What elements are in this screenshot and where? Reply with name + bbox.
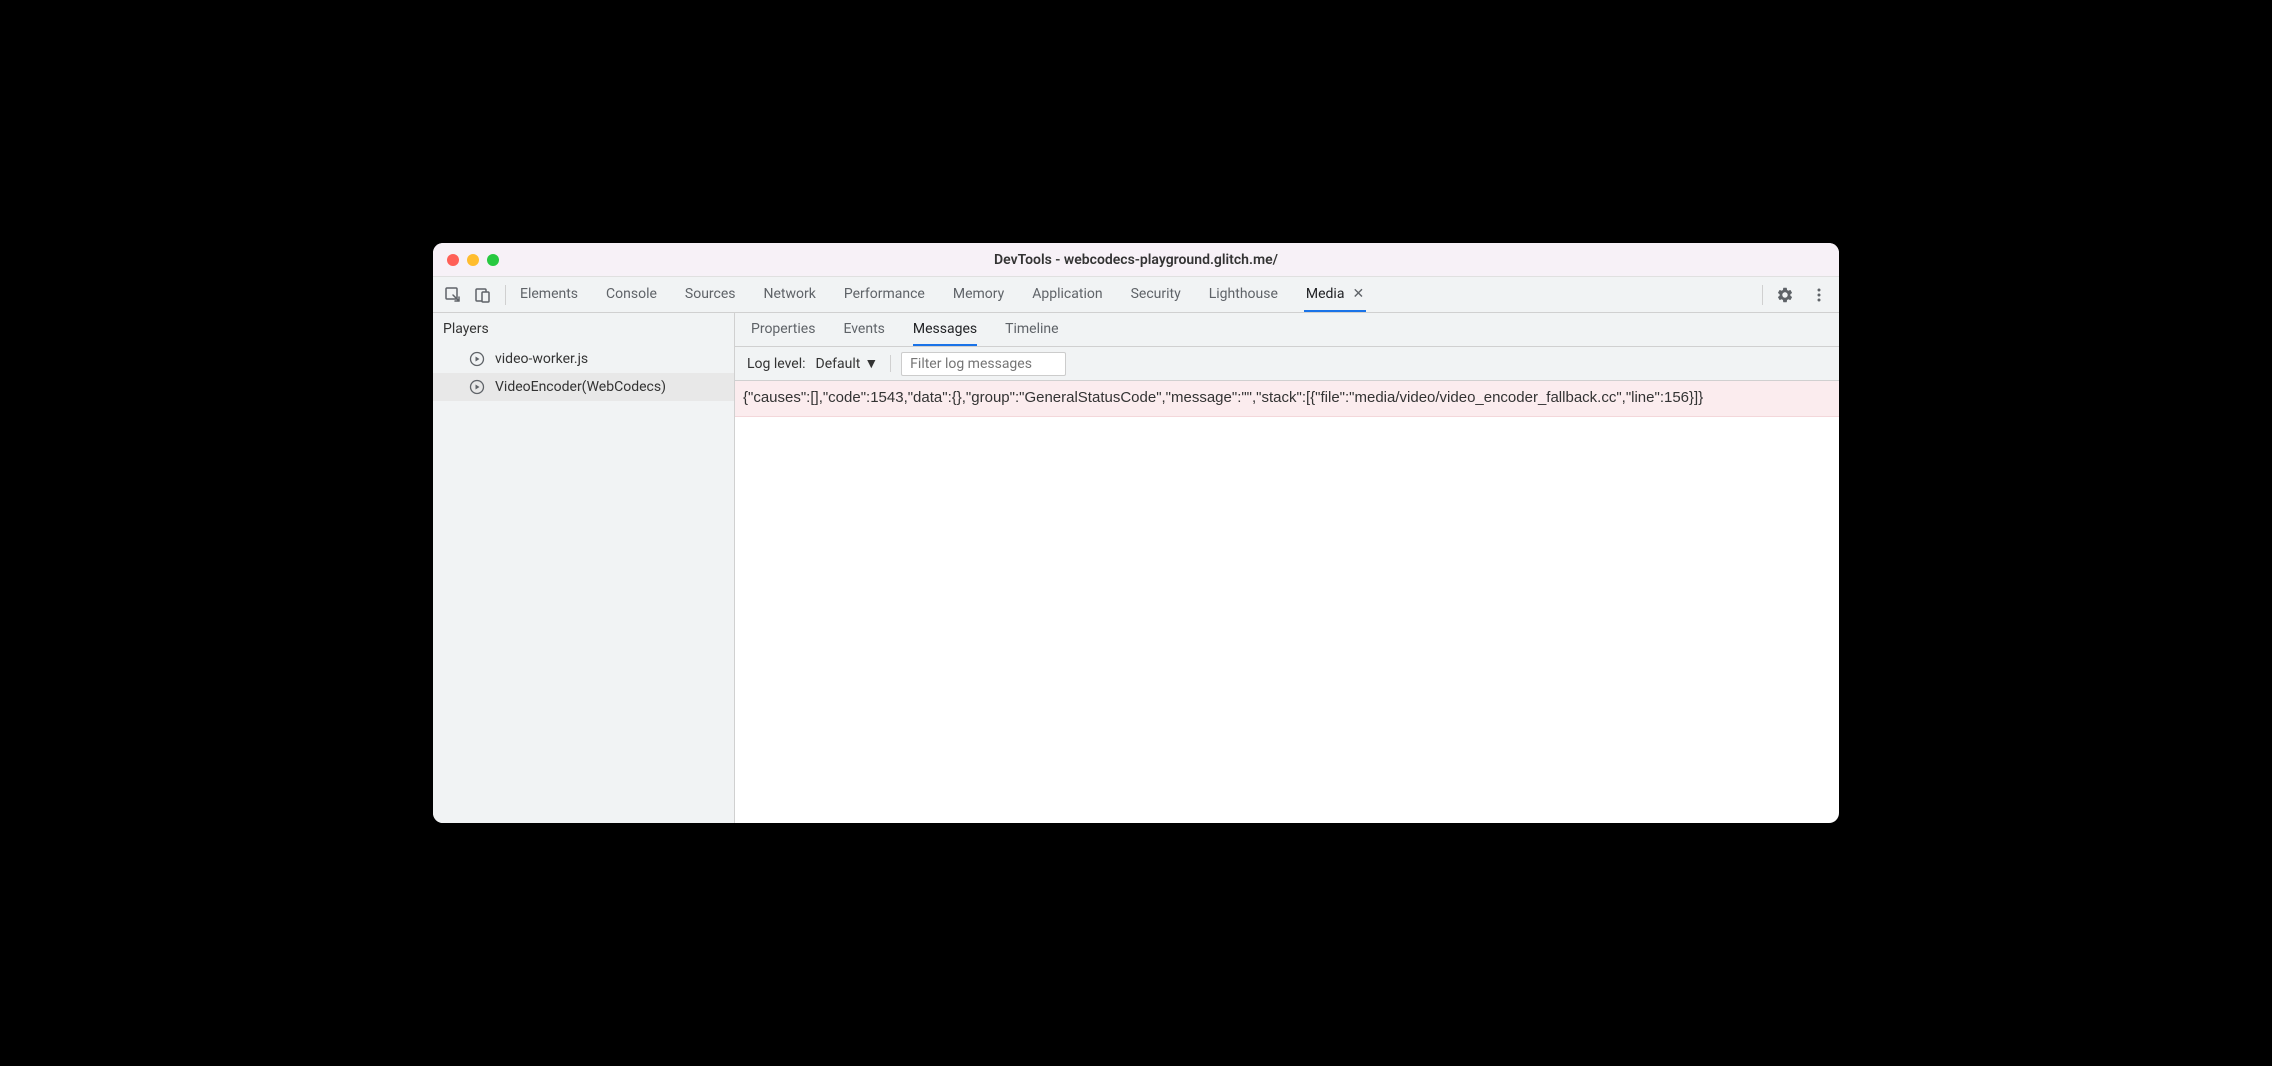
tab-elements[interactable]: Elements bbox=[518, 278, 580, 312]
subtab-messages[interactable]: Messages bbox=[913, 314, 977, 346]
player-label: video-worker.js bbox=[495, 351, 588, 367]
maximize-button[interactable] bbox=[487, 254, 499, 266]
tab-media[interactable]: Media ✕ bbox=[1304, 278, 1366, 312]
filter-bar: Log level: Default ▼ bbox=[735, 347, 1839, 381]
main-panel: Properties Events Messages Timeline Log … bbox=[735, 313, 1839, 823]
devtools-window: DevTools - webcodecs-playground.glitch.m… bbox=[433, 243, 1839, 823]
subtab-properties[interactable]: Properties bbox=[751, 314, 815, 346]
tab-sources[interactable]: Sources bbox=[683, 278, 738, 312]
close-button[interactable] bbox=[447, 254, 459, 266]
tab-application[interactable]: Application bbox=[1030, 278, 1104, 312]
tab-network[interactable]: Network bbox=[762, 278, 818, 312]
tab-memory[interactable]: Memory bbox=[951, 278, 1006, 312]
messages-list: {"causes":[],"code":1543,"data":{},"grou… bbox=[735, 381, 1839, 823]
minimize-button[interactable] bbox=[467, 254, 479, 266]
play-icon bbox=[469, 379, 485, 395]
filter-input[interactable] bbox=[901, 352, 1066, 376]
traffic-lights bbox=[447, 254, 499, 266]
tab-media-label: Media bbox=[1306, 286, 1345, 302]
tab-console[interactable]: Console bbox=[604, 278, 659, 312]
main-toolbar: Elements Console Sources Network Perform… bbox=[433, 277, 1839, 313]
toolbar-right bbox=[1762, 285, 1829, 305]
tab-performance[interactable]: Performance bbox=[842, 278, 927, 312]
players-sidebar: Players video-worker.js VideoEn bbox=[433, 313, 735, 823]
log-level-value: Default bbox=[816, 356, 861, 372]
titlebar: DevTools - webcodecs-playground.glitch.m… bbox=[433, 243, 1839, 277]
message-row[interactable]: {"causes":[],"code":1543,"data":{},"grou… bbox=[735, 381, 1839, 417]
chevron-down-icon: ▼ bbox=[864, 355, 878, 372]
log-level-label: Log level: bbox=[747, 356, 806, 372]
inspect-icon[interactable] bbox=[443, 285, 463, 305]
player-label: VideoEncoder(WebCodecs) bbox=[495, 379, 666, 395]
log-level-select[interactable]: Default ▼ bbox=[816, 355, 892, 372]
tab-security[interactable]: Security bbox=[1129, 278, 1183, 312]
more-icon[interactable] bbox=[1809, 285, 1829, 305]
subtab-timeline[interactable]: Timeline bbox=[1005, 314, 1058, 346]
gear-icon[interactable] bbox=[1775, 285, 1795, 305]
play-icon bbox=[469, 351, 485, 367]
sidebar-header: Players bbox=[433, 313, 734, 345]
content-area: Players video-worker.js VideoEn bbox=[433, 313, 1839, 823]
toolbar-left bbox=[443, 285, 506, 305]
subtab-events[interactable]: Events bbox=[843, 314, 884, 346]
device-toggle-icon[interactable] bbox=[473, 285, 493, 305]
player-item[interactable]: VideoEncoder(WebCodecs) bbox=[433, 373, 734, 401]
tab-lighthouse[interactable]: Lighthouse bbox=[1207, 278, 1280, 312]
main-tabs: Elements Console Sources Network Perform… bbox=[518, 278, 1762, 312]
media-subtabs: Properties Events Messages Timeline bbox=[735, 313, 1839, 347]
window-title: DevTools - webcodecs-playground.glitch.m… bbox=[994, 252, 1278, 268]
close-icon[interactable]: ✕ bbox=[1352, 286, 1364, 302]
player-item[interactable]: video-worker.js bbox=[433, 345, 734, 373]
